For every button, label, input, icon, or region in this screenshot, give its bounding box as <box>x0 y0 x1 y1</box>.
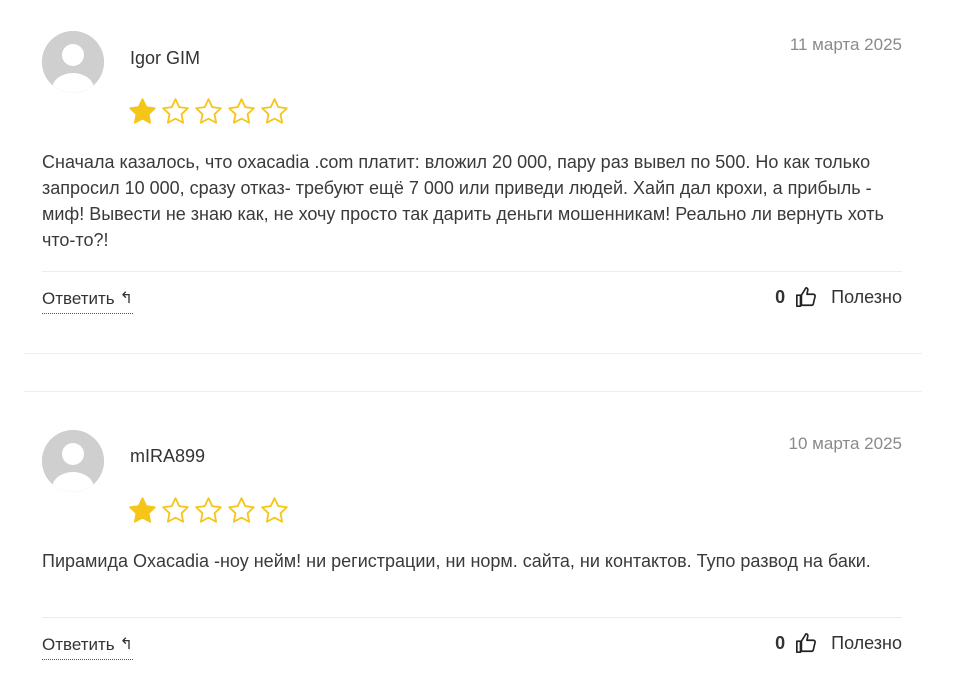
helpful-button[interactable]: Полезно <box>831 287 902 308</box>
review-text: Сначала казалось, что oxacadia .com плат… <box>42 152 884 250</box>
review-separator <box>24 353 922 354</box>
helpful-button[interactable]: Полезно <box>831 633 902 654</box>
user-silhouette-icon <box>42 31 104 93</box>
star-empty-icon <box>228 98 255 124</box>
thumbs-up-icon[interactable] <box>795 632 817 654</box>
star-empty-icon <box>195 497 222 523</box>
star-filled-icon <box>129 98 156 124</box>
review-date: 11 марта 2025 <box>789 35 902 54</box>
reply-arrow-icon: ↰ <box>119 636 134 653</box>
rating-stars <box>128 97 289 126</box>
star-empty-icon <box>261 98 288 124</box>
star-empty-icon <box>228 497 255 523</box>
user-silhouette-icon <box>42 430 104 492</box>
review-author: mIRA899 <box>130 446 206 466</box>
star-empty-icon <box>261 497 288 523</box>
review-separator <box>24 391 922 392</box>
reply-button[interactable]: Ответить ↰ <box>42 289 134 314</box>
star-empty-icon <box>162 98 189 124</box>
reply-label: Ответить <box>42 635 115 654</box>
star-empty-icon <box>162 497 189 523</box>
thumbs-up-icon[interactable] <box>795 286 817 308</box>
reply-arrow-icon: ↰ <box>119 290 134 307</box>
divider <box>42 617 902 618</box>
avatar <box>42 31 104 93</box>
review-author: Igor GIM <box>130 48 201 68</box>
helpful-section: 0 Полезно <box>775 632 902 654</box>
helpful-count: 0 <box>775 632 786 653</box>
review-text: Пирамида Oxacadia -ноу нейм! ни регистра… <box>42 551 871 571</box>
reply-button[interactable]: Ответить ↰ <box>42 635 134 660</box>
rating-stars <box>128 496 289 525</box>
reply-label: Ответить <box>42 289 115 308</box>
avatar <box>42 430 104 492</box>
review-date: 10 марта 2025 <box>788 434 902 453</box>
helpful-count: 0 <box>775 286 786 307</box>
divider <box>42 271 902 272</box>
star-empty-icon <box>195 98 222 124</box>
star-filled-icon <box>129 497 156 523</box>
helpful-section: 0 Полезно <box>775 286 902 308</box>
